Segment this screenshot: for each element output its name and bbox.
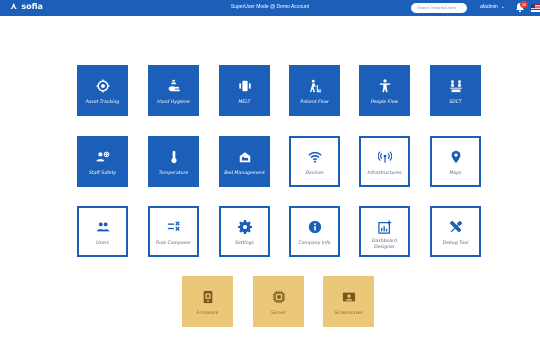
tile-firmware[interactable]: Firmware xyxy=(182,276,233,327)
username: afadmin xyxy=(480,4,498,10)
tile-label: Dashboard Designer xyxy=(371,239,397,250)
screensaver-icon xyxy=(342,292,355,302)
tile-debug-tool[interactable]: Debug Tool xyxy=(430,206,481,257)
rule-icon xyxy=(167,221,180,231)
thermometer-icon xyxy=(170,150,177,164)
tile-label: Debug Tool xyxy=(442,241,469,246)
tile-people-flow[interactable]: People Flow xyxy=(359,65,410,116)
tile-label: SDCT xyxy=(449,100,462,105)
top-bar: ⋏ sofia SuperUser Mode @ Demo Account Sea… xyxy=(0,0,540,16)
tile-hand-hygiene[interactable]: Hand Hygiene xyxy=(148,65,199,116)
tile-server[interactable]: Server xyxy=(253,276,304,327)
tools-icon xyxy=(449,220,462,233)
bed-icon xyxy=(239,152,250,163)
tile-users[interactable]: Users xyxy=(77,206,128,257)
tile-devices[interactable]: Devices xyxy=(289,136,340,187)
users-icon xyxy=(96,222,109,232)
tile-dashboard-designer[interactable]: Dashboard Designer xyxy=(359,206,410,257)
tile-label: Infrastructures xyxy=(367,171,402,176)
sdct-icon xyxy=(449,80,462,93)
tile-label: MELT xyxy=(238,100,251,105)
tile-infrastructures[interactable]: Infrastructures xyxy=(359,136,410,187)
tile-label: Firmware xyxy=(196,311,219,316)
broadcast-icon xyxy=(377,151,392,163)
target-icon xyxy=(95,79,110,93)
tile-settings[interactable]: Settings xyxy=(219,206,270,257)
firmware-icon xyxy=(203,290,212,304)
chip-icon xyxy=(272,290,285,304)
tile-label: Screensaver xyxy=(334,311,363,316)
gear-icon xyxy=(237,220,252,234)
tile-label: Server xyxy=(270,311,287,316)
tile-temperature[interactable]: Temperature xyxy=(148,136,199,187)
map-pin-icon xyxy=(451,150,460,164)
tile-label: Bed Management xyxy=(224,171,265,176)
wifi-icon xyxy=(307,151,322,163)
tile-melt[interactable]: MELT xyxy=(219,65,270,116)
tile-label: Maps xyxy=(449,171,462,176)
staff-icon xyxy=(95,151,109,162)
tile-rule-composer[interactable]: Rule Composer xyxy=(148,206,199,257)
tile-maps[interactable]: Maps xyxy=(430,136,481,187)
tile-label: Asset Tracking xyxy=(85,100,120,105)
flag-icon[interactable] xyxy=(531,4,540,12)
search-input[interactable]: Search Tenants/Users xyxy=(411,3,467,13)
melt-icon xyxy=(238,80,251,92)
tile-company-info[interactable]: Company Info xyxy=(289,206,340,257)
tile-label: Settings xyxy=(235,241,254,246)
tile-bed-management[interactable]: Bed Management xyxy=(219,136,270,187)
notification-badge: 35 xyxy=(520,1,528,8)
person-icon xyxy=(379,79,390,93)
tile-asset-tracking[interactable]: Asset Tracking xyxy=(77,65,128,116)
tile-patient-flow[interactable]: Patient Flow xyxy=(289,65,340,116)
tile-label: Devices xyxy=(305,171,324,176)
tile-label: Rule Composer xyxy=(156,241,191,246)
tile-sdct[interactable]: SDCT xyxy=(430,65,481,116)
tile-label: Hand Hygiene xyxy=(157,100,190,105)
tile-staff-safety[interactable]: Staff Safety xyxy=(77,136,128,187)
tile-label: Patient Flow xyxy=(300,100,329,105)
tile-label: People Flow xyxy=(370,100,399,105)
hand-wash-icon xyxy=(168,79,180,92)
tile-label: Company Info xyxy=(298,241,331,246)
dashboard-add-icon xyxy=(377,220,391,234)
tile-label: Users xyxy=(96,241,109,246)
user-menu[interactable]: afadmin ⌄ xyxy=(480,4,505,10)
tile-label: Staff Safety xyxy=(88,171,116,176)
tile-label: Temperature xyxy=(158,171,189,176)
chevron-down-icon: ⌄ xyxy=(500,4,505,10)
info-icon xyxy=(308,220,321,234)
tile-screensaver[interactable]: Screensaver xyxy=(323,276,374,327)
patient-walk-icon xyxy=(309,79,321,93)
